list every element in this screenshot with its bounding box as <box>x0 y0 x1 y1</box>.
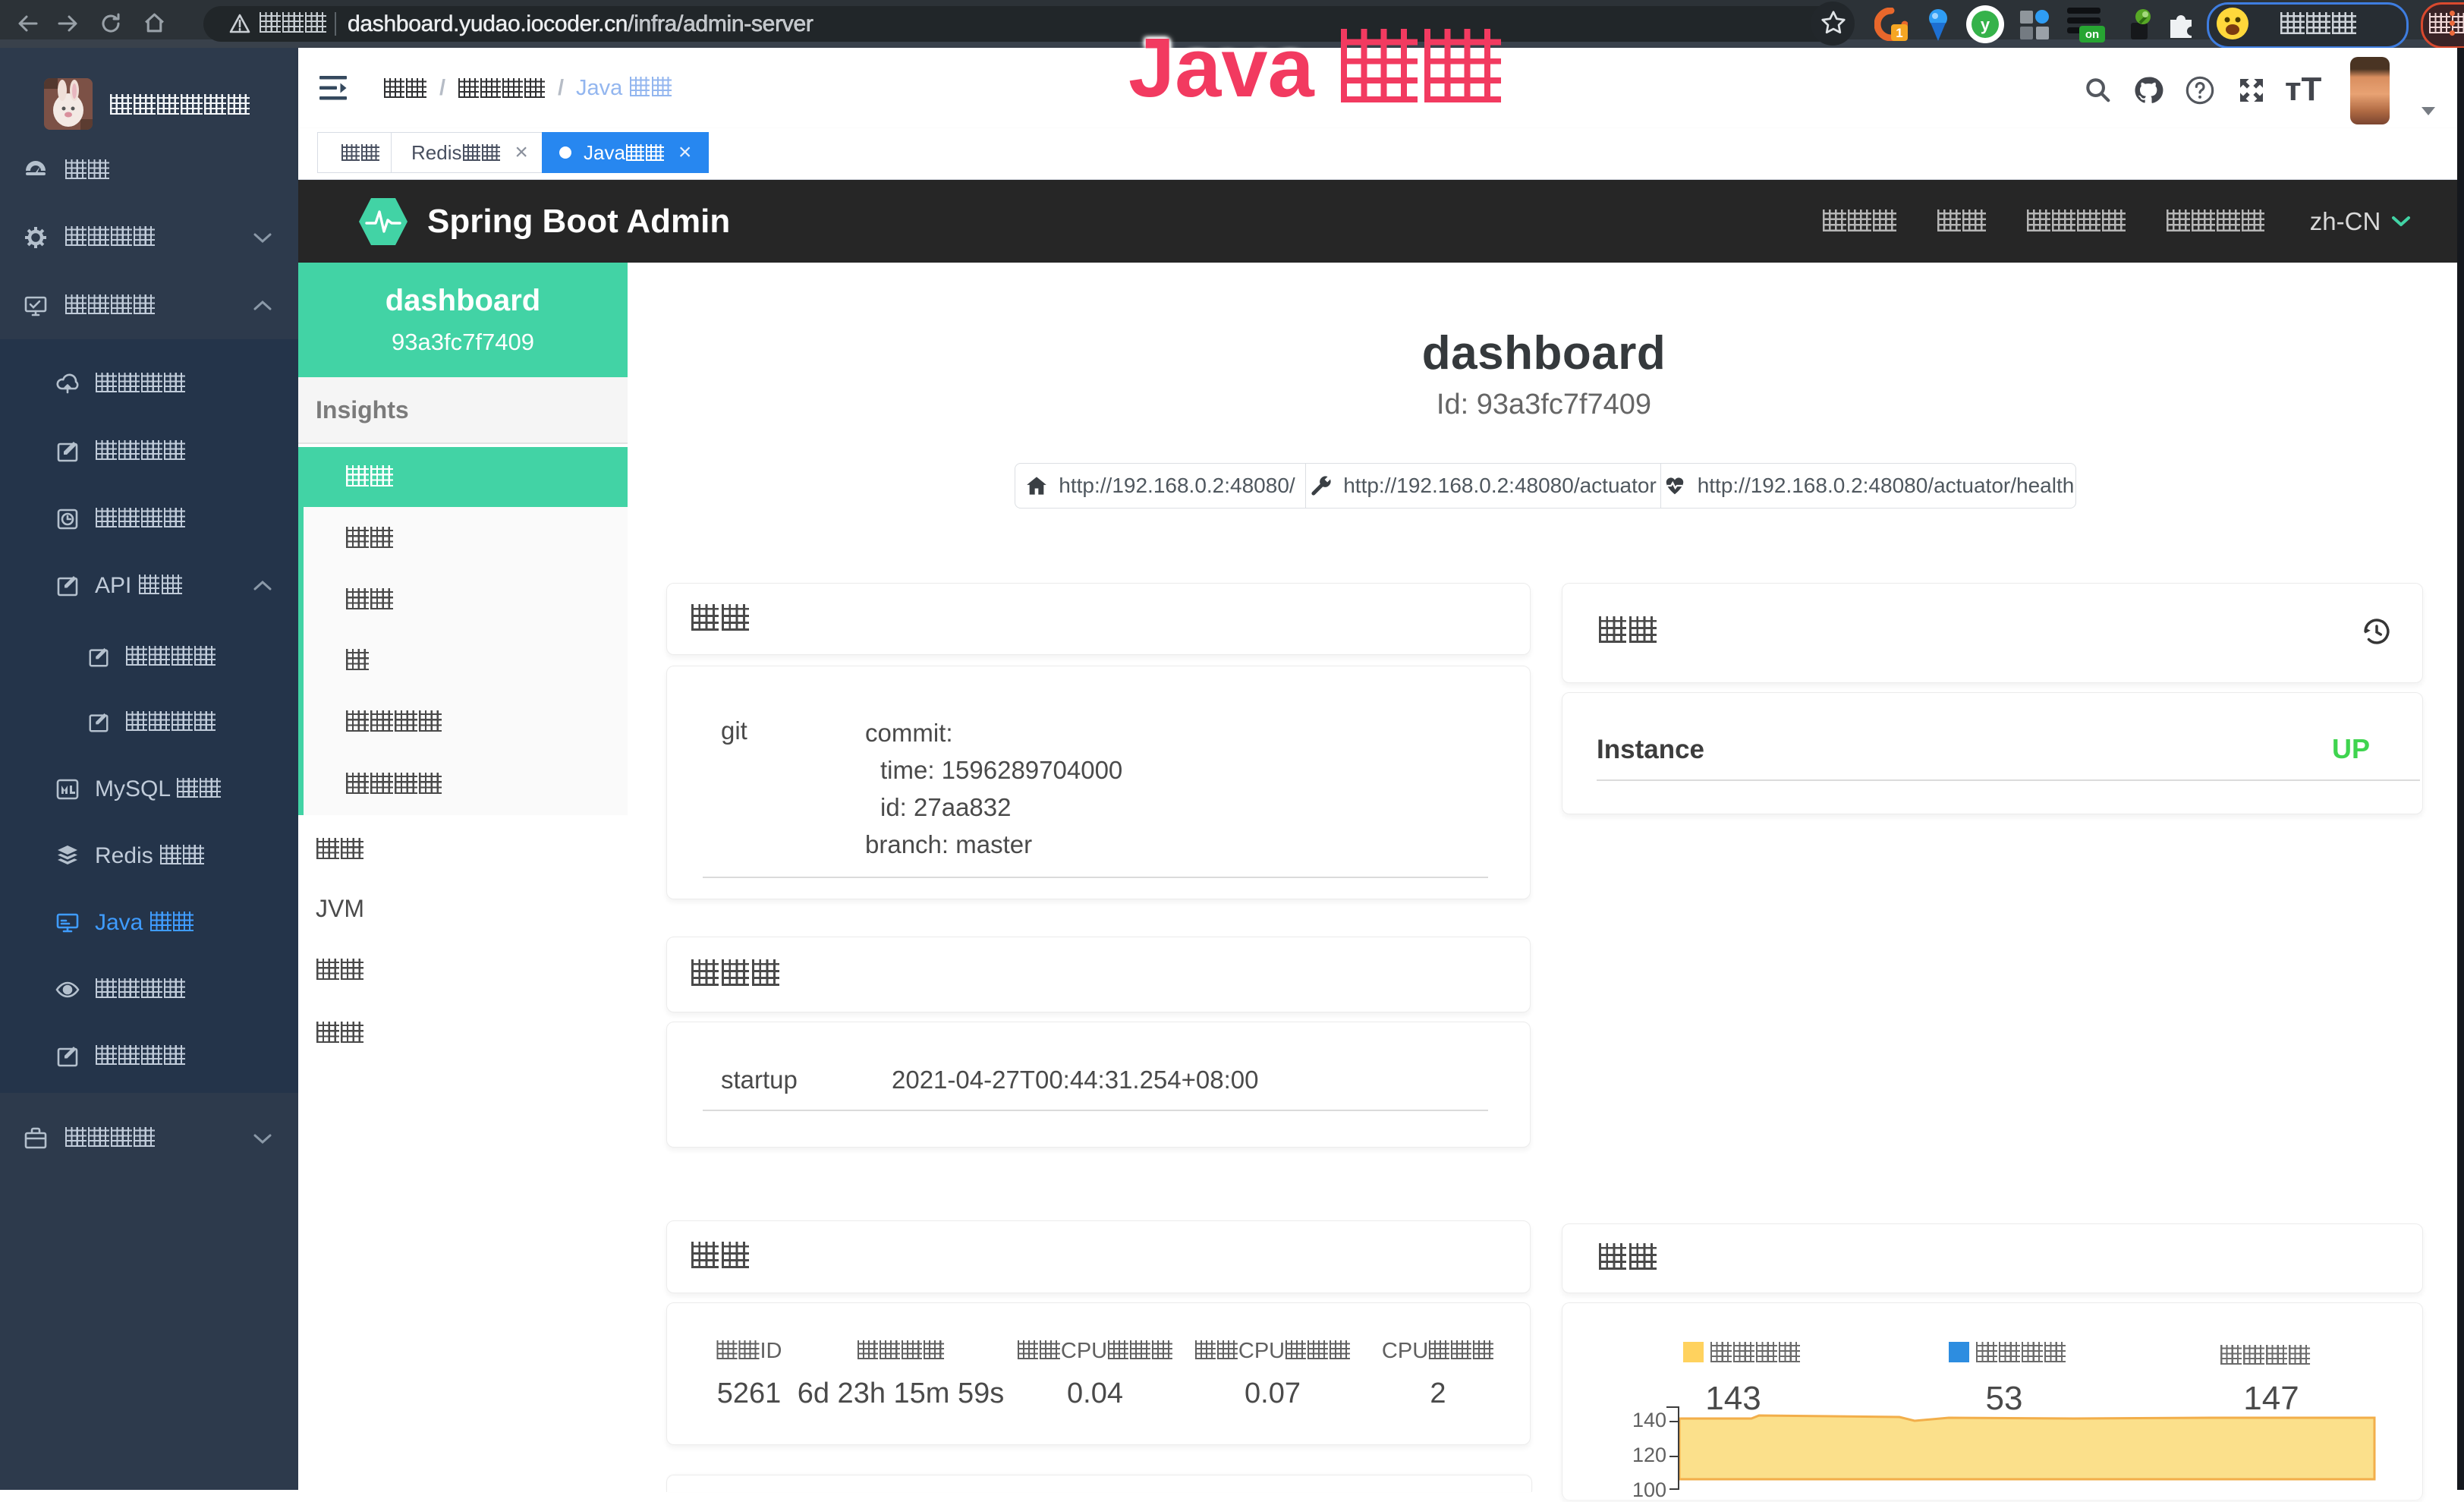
svg-text:y: y <box>1981 15 1990 34</box>
svg-text:on: on <box>2085 28 2099 41</box>
svg-text:1: 1 <box>1896 26 1902 40</box>
